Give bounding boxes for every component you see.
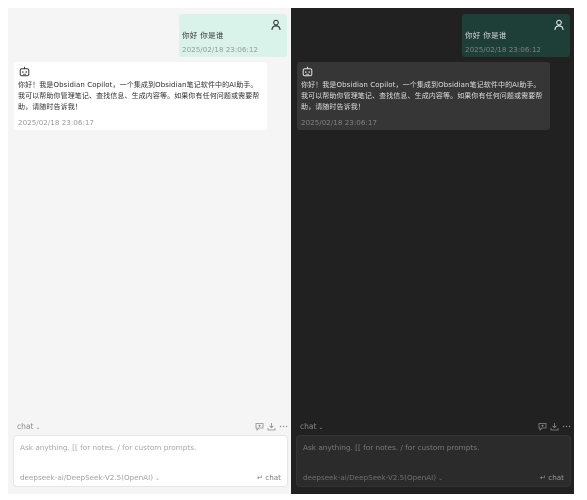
more-icon[interactable] xyxy=(279,422,288,431)
user-message-text: 你好 你是谁 xyxy=(465,31,507,40)
chat-mode-selector[interactable]: chat ⌄ xyxy=(300,422,323,431)
user-message: 你好 你是谁 2025/02/18 23:06:12 xyxy=(462,14,570,57)
chevron-down-icon: ⌄ xyxy=(438,475,444,482)
model-selector-label: deepseek-ai/DeepSeek-V2.5(OpenAI) xyxy=(20,473,154,482)
user-message: 你好 你是谁 2025/02/18 23:06:12 xyxy=(179,14,287,57)
chat-mode-label: chat xyxy=(300,422,317,431)
assistant-message-timestamp: 2025/02/18 23:06:17 xyxy=(301,118,377,127)
assistant-message-text: 你好！我是Obsidian Copilot，一个集成到Obsidian笔记软件中… xyxy=(301,81,543,111)
user-icon xyxy=(554,19,564,31)
chat-input[interactable]: Ask anything. [[ for notes. / for custom… xyxy=(13,435,288,487)
more-icon[interactable] xyxy=(562,422,571,431)
chevron-down-icon: ⌄ xyxy=(35,424,41,431)
bot-icon xyxy=(302,66,313,77)
chevron-down-icon: ⌄ xyxy=(155,475,161,482)
download-icon[interactable] xyxy=(550,422,559,431)
chat-mode-selector[interactable]: chat ⌄ xyxy=(17,422,40,431)
chat-toolbar: chat ⌄ xyxy=(291,420,574,434)
chat-mode-label: chat xyxy=(17,422,34,431)
user-message-text: 你好 你是谁 xyxy=(182,31,224,40)
light-theme-chat-panel: 你好 你是谁 2025/02/18 23:06:12 你好！我是Obsidian… xyxy=(8,8,291,494)
user-message-timestamp: 2025/02/18 23:06:12 xyxy=(465,45,541,54)
model-selector[interactable]: deepseek-ai/DeepSeek-V2.5(OpenAI) ⌄ xyxy=(20,473,160,482)
chat-input[interactable]: Ask anything. [[ for notes. / for custom… xyxy=(296,435,571,487)
bot-icon xyxy=(19,66,30,77)
assistant-message-text: 你好！我是Obsidian Copilot，一个集成到Obsidian笔记软件中… xyxy=(18,81,260,111)
model-selector-label: deepseek-ai/DeepSeek-V2.5(OpenAI) xyxy=(303,473,437,482)
send-chat-button[interactable]: ↵ chat xyxy=(257,473,281,482)
download-icon[interactable] xyxy=(267,422,276,431)
assistant-message: 你好！我是Obsidian Copilot，一个集成到Obsidian笔记软件中… xyxy=(297,62,550,130)
chat-input-placeholder[interactable]: Ask anything. [[ for notes. / for custom… xyxy=(20,443,196,452)
chevron-down-icon: ⌄ xyxy=(318,424,324,431)
chat-input-placeholder[interactable]: Ask anything. [[ for notes. / for custom… xyxy=(303,443,479,452)
user-icon xyxy=(271,19,281,31)
new-chat-icon[interactable] xyxy=(538,422,547,431)
new-chat-icon[interactable] xyxy=(255,422,264,431)
model-selector[interactable]: deepseek-ai/DeepSeek-V2.5(OpenAI) ⌄ xyxy=(303,473,443,482)
send-chat-button[interactable]: ↵ chat xyxy=(540,473,564,482)
user-message-timestamp: 2025/02/18 23:06:12 xyxy=(182,45,258,54)
assistant-message: 你好！我是Obsidian Copilot，一个集成到Obsidian笔记软件中… xyxy=(14,62,267,130)
assistant-message-timestamp: 2025/02/18 23:06:17 xyxy=(18,118,94,127)
dark-theme-chat-panel: 你好 你是谁 2025/02/18 23:06:12 你好！我是Obsidian… xyxy=(291,8,574,494)
chat-toolbar: chat ⌄ xyxy=(8,420,291,434)
